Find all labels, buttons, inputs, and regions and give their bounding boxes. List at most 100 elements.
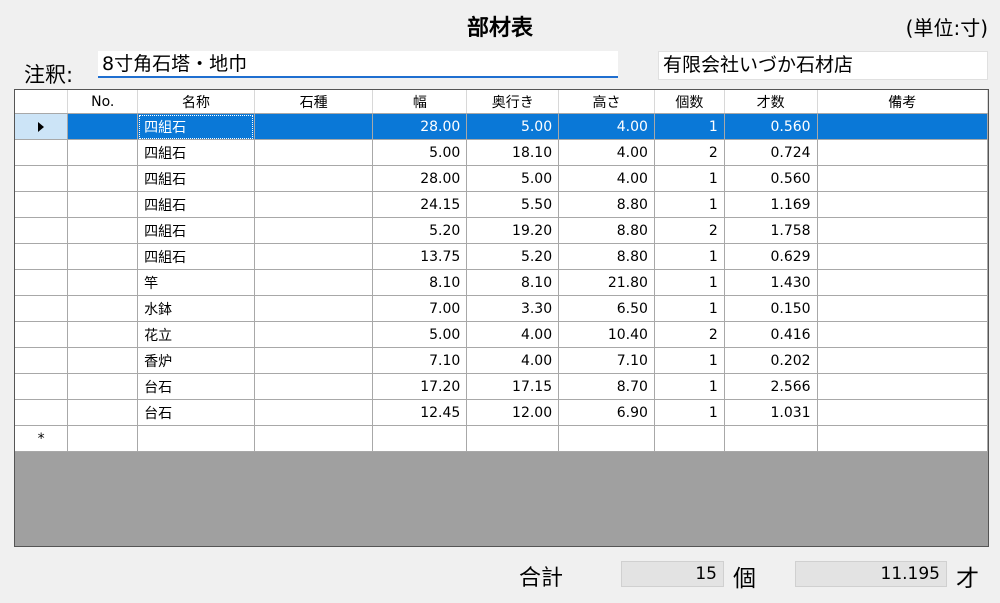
- cell-sai[interactable]: 0.724: [724, 139, 818, 166]
- cell-depth[interactable]: 17.15: [466, 373, 560, 400]
- row-selector[interactable]: [15, 217, 69, 244]
- table-row[interactable]: 四組石 13.75 5.20 8.80 1 0.629: [15, 243, 988, 270]
- cell-depth[interactable]: 3.30: [466, 295, 560, 322]
- cell-count[interactable]: 2: [654, 139, 725, 166]
- cell-remarks[interactable]: [817, 347, 988, 374]
- cell-count[interactable]: 2: [654, 321, 725, 348]
- cell-name[interactable]: 香炉: [137, 347, 255, 374]
- cell-stone-type[interactable]: [254, 373, 374, 400]
- cell-remarks[interactable]: [817, 399, 988, 426]
- cell-count[interactable]: 1: [654, 243, 725, 270]
- new-cell-remarks[interactable]: [817, 425, 988, 452]
- new-cell-sai[interactable]: [724, 425, 818, 452]
- table-row[interactable]: 竿 8.10 8.10 21.80 1 1.430: [15, 269, 988, 296]
- cell-depth[interactable]: 5.50: [466, 191, 560, 218]
- cell-stone-type[interactable]: [254, 165, 374, 192]
- col-header-height[interactable]: 高さ: [558, 90, 655, 114]
- col-header-depth[interactable]: 奥行き: [466, 90, 560, 114]
- cell-count[interactable]: 1: [654, 347, 725, 374]
- cell-depth[interactable]: 12.00: [466, 399, 560, 426]
- cell-stone-type[interactable]: [254, 217, 374, 244]
- cell-name[interactable]: 四組石: [137, 165, 255, 192]
- col-header-no[interactable]: No.: [67, 90, 139, 114]
- new-cell-no[interactable]: [67, 425, 139, 452]
- table-row[interactable]: 四組石 28.00 5.00 4.00 1 0.560: [15, 113, 988, 140]
- cell-no[interactable]: [67, 347, 139, 374]
- cell-stone-type[interactable]: [254, 113, 374, 140]
- cell-stone-type[interactable]: [254, 269, 374, 296]
- cell-remarks[interactable]: [817, 217, 988, 244]
- new-row-marker[interactable]: *: [15, 425, 69, 452]
- cell-count[interactable]: 1: [654, 373, 725, 400]
- cell-sai[interactable]: 0.150: [724, 295, 818, 322]
- cell-remarks[interactable]: [817, 139, 988, 166]
- row-selector[interactable]: [15, 295, 69, 322]
- table-row[interactable]: 台石 17.20 17.15 8.70 1 2.566: [15, 373, 988, 400]
- cell-height[interactable]: 8.70: [558, 373, 655, 400]
- cell-no[interactable]: [67, 113, 139, 140]
- cell-depth[interactable]: 4.00: [466, 347, 560, 374]
- table-row[interactable]: 台石 12.45 12.00 6.90 1 1.031: [15, 399, 988, 426]
- cell-depth[interactable]: 18.10: [466, 139, 560, 166]
- cell-count[interactable]: 1: [654, 399, 725, 426]
- cell-name[interactable]: 四組石: [137, 139, 255, 166]
- cell-remarks[interactable]: [817, 191, 988, 218]
- cell-width[interactable]: 5.20: [372, 217, 468, 244]
- cell-name[interactable]: 台石: [137, 399, 255, 426]
- cell-height[interactable]: 4.00: [558, 165, 655, 192]
- table-row[interactable]: 水鉢 7.00 3.30 6.50 1 0.150: [15, 295, 988, 322]
- row-selector[interactable]: [15, 347, 69, 374]
- cell-stone-type[interactable]: [254, 139, 374, 166]
- cell-sai[interactable]: 2.566: [724, 373, 818, 400]
- cell-name[interactable]: 水鉢: [137, 295, 255, 322]
- cell-width[interactable]: 12.45: [372, 399, 468, 426]
- cell-sai[interactable]: 1.169: [724, 191, 818, 218]
- cell-stone-type[interactable]: [254, 191, 374, 218]
- cell-sai[interactable]: 1.758: [724, 217, 818, 244]
- cell-no[interactable]: [67, 399, 139, 426]
- cell-no[interactable]: [67, 243, 139, 270]
- cell-no[interactable]: [67, 321, 139, 348]
- new-cell-height[interactable]: [558, 425, 655, 452]
- cell-height[interactable]: 6.50: [558, 295, 655, 322]
- cell-depth[interactable]: 5.00: [466, 113, 560, 140]
- cell-width[interactable]: 24.15: [372, 191, 468, 218]
- row-selector[interactable]: [15, 321, 69, 348]
- cell-height[interactable]: 6.90: [558, 399, 655, 426]
- cell-name[interactable]: 台石: [137, 373, 255, 400]
- col-header-count[interactable]: 個数: [654, 90, 725, 114]
- cell-no[interactable]: [67, 191, 139, 218]
- cell-name[interactable]: 花立: [137, 321, 255, 348]
- cell-height[interactable]: 10.40: [558, 321, 655, 348]
- cell-depth[interactable]: 5.00: [466, 165, 560, 192]
- cell-stone-type[interactable]: [254, 399, 374, 426]
- new-cell-count[interactable]: [654, 425, 725, 452]
- note-input[interactable]: 8寸角石塔・地巾: [98, 51, 618, 78]
- cell-name[interactable]: 竿: [137, 269, 255, 296]
- row-selector[interactable]: [15, 191, 69, 218]
- cell-remarks[interactable]: [817, 321, 988, 348]
- new-row[interactable]: *: [15, 425, 988, 452]
- cell-height[interactable]: 8.80: [558, 217, 655, 244]
- row-selector[interactable]: [15, 113, 69, 140]
- company-field[interactable]: 有限会社いづか石材店: [658, 51, 988, 80]
- new-cell-width[interactable]: [372, 425, 468, 452]
- cell-height[interactable]: 7.10: [558, 347, 655, 374]
- cell-sai[interactable]: 0.416: [724, 321, 818, 348]
- cell-name[interactable]: 四組石: [137, 217, 255, 244]
- table-row[interactable]: 四組石 5.00 18.10 4.00 2 0.724: [15, 139, 988, 166]
- cell-sai[interactable]: 1.430: [724, 269, 818, 296]
- cell-width[interactable]: 8.10: [372, 269, 468, 296]
- cell-width[interactable]: 7.10: [372, 347, 468, 374]
- new-cell-stone-type[interactable]: [254, 425, 374, 452]
- cell-width[interactable]: 7.00: [372, 295, 468, 322]
- cell-sai[interactable]: 0.202: [724, 347, 818, 374]
- cell-width[interactable]: 28.00: [372, 165, 468, 192]
- cell-sai[interactable]: 1.031: [724, 399, 818, 426]
- cell-remarks[interactable]: [817, 373, 988, 400]
- cell-sai[interactable]: 0.629: [724, 243, 818, 270]
- row-selector[interactable]: [15, 373, 69, 400]
- cell-stone-type[interactable]: [254, 243, 374, 270]
- cell-depth[interactable]: 4.00: [466, 321, 560, 348]
- cell-remarks[interactable]: [817, 165, 988, 192]
